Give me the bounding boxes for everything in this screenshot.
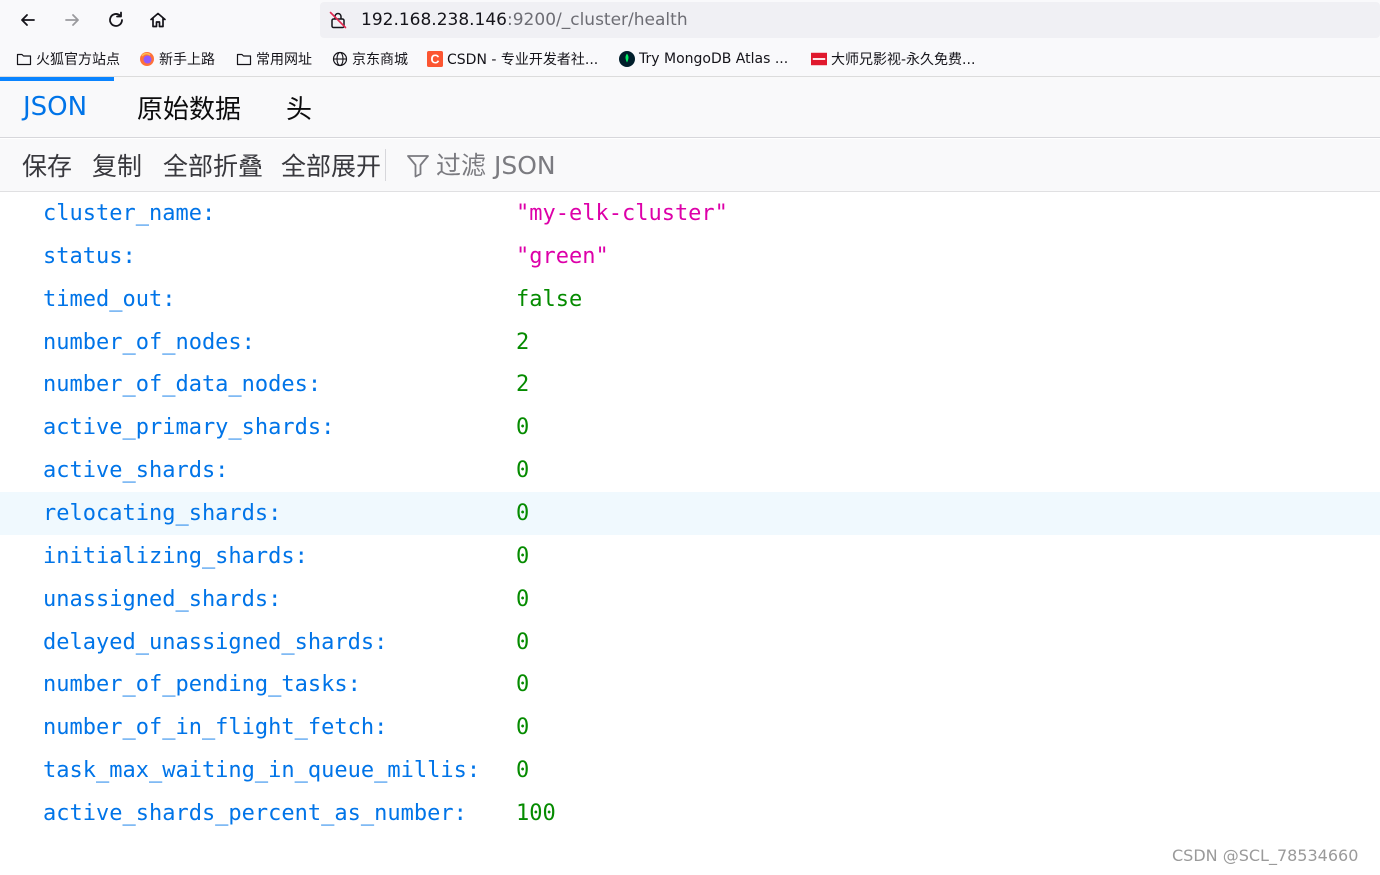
tab-json[interactable]: JSON: [23, 77, 87, 137]
bookmarks-bar: 火狐官方站点 新手上路 常用网址 京东商城 C CSDN - 专业开发者社...…: [0, 40, 1380, 77]
bookmark-label: Try MongoDB Atlas ...: [639, 51, 789, 67]
json-row-status[interactable]: status: "green": [0, 235, 1380, 278]
csdn-icon: C: [427, 51, 443, 67]
json-key: active_shards:: [43, 458, 229, 483]
url-host: 192.168.238.146: [361, 10, 508, 30]
save-button[interactable]: 保存: [22, 139, 72, 191]
json-value: false: [516, 287, 583, 312]
bookmark-getting-started[interactable]: 新手上路: [139, 49, 215, 69]
globe-icon: [332, 51, 348, 67]
home-icon: [150, 12, 166, 28]
json-value: "green": [516, 244, 609, 269]
json-row-number-of-in-flight-fetch[interactable]: number_of_in_flight_fetch: 0: [0, 706, 1380, 749]
json-value: 100: [516, 801, 556, 826]
json-value: 0: [516, 501, 530, 526]
bookmark-label: 大师兄影视-永久免费...: [831, 52, 976, 68]
json-value: 2: [516, 330, 530, 355]
json-key: active_shards_percent_as_number:: [43, 801, 467, 826]
filter-json-input[interactable]: [436, 147, 836, 183]
bookmark-firefox-official[interactable]: 火狐官方站点: [16, 49, 120, 69]
home-button[interactable]: [144, 6, 172, 34]
json-key: number_of_nodes:: [43, 330, 255, 355]
bookmark-label: CSDN - 专业开发者社...: [447, 52, 599, 68]
bookmark-label: 火狐官方站点: [36, 52, 120, 68]
reload-icon: [109, 11, 123, 27]
bookmark-label: 新手上路: [159, 52, 215, 68]
json-value: 0: [516, 415, 530, 440]
json-value: 0: [516, 672, 530, 697]
json-row-active-shards[interactable]: active_shards: 0: [0, 449, 1380, 492]
json-row-relocating-shards[interactable]: relocating_shards: 0: [0, 492, 1380, 535]
json-key: number_of_data_nodes:: [43, 372, 322, 397]
forward-arrow-icon: [65, 14, 79, 26]
json-key: timed_out:: [43, 287, 176, 312]
tab-headers[interactable]: 头: [286, 77, 312, 137]
json-key: status:: [43, 244, 136, 269]
csdn-watermark: CSDN @SCL_78534660: [1172, 846, 1359, 865]
site-logo-icon: [811, 51, 827, 67]
json-row-active-shards-percent-as-number[interactable]: active_shards_percent_as_number: 100: [0, 792, 1380, 835]
tab-raw-data[interactable]: 原始数据: [137, 77, 241, 137]
json-value: 0: [516, 587, 530, 612]
svg-text:C: C: [431, 52, 440, 66]
json-value: 2: [516, 372, 530, 397]
url-path: :9200/_cluster/health: [507, 10, 688, 30]
json-value: 0: [516, 715, 530, 740]
json-value: 0: [516, 458, 530, 483]
json-row-active-primary-shards[interactable]: active_primary_shards: 0: [0, 406, 1380, 449]
json-row-number-of-pending-tasks[interactable]: number_of_pending_tasks: 0: [0, 663, 1380, 706]
url-bar[interactable]: 192.168.238.146:9200/_cluster/health: [320, 2, 1380, 38]
insecure-lock-icon[interactable]: [328, 10, 348, 30]
folder-icon: [16, 51, 32, 67]
folder-icon: [236, 51, 252, 67]
bookmark-label: 常用网址: [256, 52, 312, 68]
json-key: active_primary_shards:: [43, 415, 335, 440]
json-row-cluster-name[interactable]: cluster_name: "my-elk-cluster": [0, 192, 1380, 235]
bookmark-dashixiong[interactable]: 大师兄影视-永久免费...: [811, 49, 975, 69]
json-row-unassigned-shards[interactable]: unassigned_shards: 0: [0, 578, 1380, 621]
json-key: task_max_waiting_in_queue_millis:: [43, 758, 481, 783]
json-value: 0: [516, 630, 530, 655]
json-key: number_of_in_flight_fetch:: [43, 715, 388, 740]
json-key: number_of_pending_tasks:: [43, 672, 361, 697]
mongodb-icon: [619, 51, 635, 67]
json-row-initializing-shards[interactable]: initializing_shards: 0: [0, 535, 1380, 578]
json-key: unassigned_shards:: [43, 587, 282, 612]
back-button[interactable]: [14, 6, 42, 34]
json-value: 0: [516, 758, 530, 783]
bookmark-common-sites[interactable]: 常用网址: [236, 49, 312, 69]
expand-all-button[interactable]: 全部展开: [281, 139, 381, 191]
bookmark-jd[interactable]: 京东商城: [332, 49, 408, 69]
url-text[interactable]: 192.168.238.146:9200/_cluster/health: [361, 10, 688, 30]
json-key: initializing_shards:: [43, 544, 308, 569]
toolbar-divider: [385, 149, 386, 181]
viewer-tabs: JSON 原始数据 头: [0, 77, 1380, 138]
reload-button[interactable]: [102, 6, 130, 34]
json-toolbar: 保存 复制 全部折叠 全部展开: [0, 139, 1380, 192]
back-arrow-icon: [21, 14, 35, 26]
filter-icon: [407, 155, 429, 178]
json-row-task-max-waiting-in-queue-millis[interactable]: task_max_waiting_in_queue_millis: 0: [0, 749, 1380, 792]
json-key: relocating_shards:: [43, 501, 282, 526]
json-key: delayed_unassigned_shards:: [43, 630, 388, 655]
json-value: "my-elk-cluster": [516, 201, 728, 226]
bookmark-label: 京东商城: [352, 52, 408, 68]
json-row-number-of-data-nodes[interactable]: number_of_data_nodes: 2: [0, 363, 1380, 406]
json-row-timed-out[interactable]: timed_out: false: [0, 278, 1380, 321]
bookmark-csdn[interactable]: C CSDN - 专业开发者社...: [427, 49, 598, 69]
json-row-number-of-nodes[interactable]: number_of_nodes: 2: [0, 321, 1380, 364]
forward-button[interactable]: [58, 6, 86, 34]
json-row-delayed-unassigned-shards[interactable]: delayed_unassigned_shards: 0: [0, 621, 1380, 664]
json-value: 0: [516, 544, 530, 569]
browser-nav-bar: 192.168.238.146:9200/_cluster/health: [0, 0, 1380, 40]
firefox-icon: [139, 51, 155, 67]
bookmark-mongodb[interactable]: Try MongoDB Atlas ...: [619, 49, 788, 69]
copy-button[interactable]: 复制: [92, 139, 142, 191]
collapse-all-button[interactable]: 全部折叠: [163, 139, 263, 191]
json-key: cluster_name:: [43, 201, 216, 226]
